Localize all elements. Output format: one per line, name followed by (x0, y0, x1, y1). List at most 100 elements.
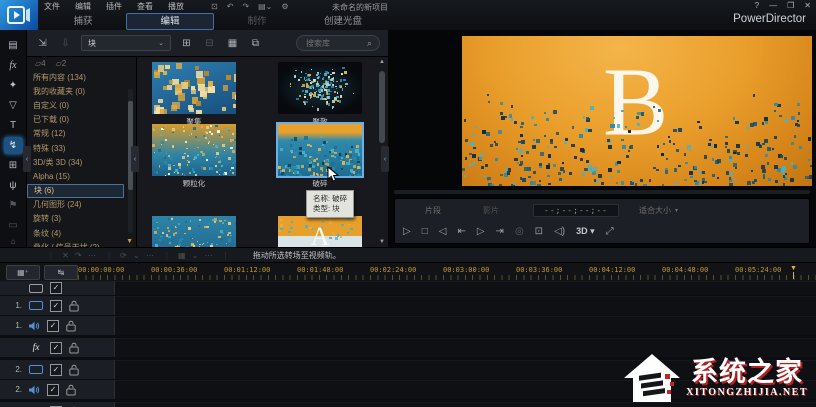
category-7[interactable]: Alpha (15) (27, 169, 124, 183)
transition-thumbnail-破碎[interactable]: 破碎 (278, 124, 362, 189)
category-10[interactable]: 旋转 (3) (27, 212, 124, 226)
restore-button[interactable]: ❐ (787, 1, 794, 10)
transition-tool-group-2[interactable]: ⟳ ⌄ ⋯ (120, 251, 156, 260)
menu-file[interactable]: 文件 (44, 1, 60, 12)
detach-panel-icon[interactable]: ⧉ (248, 38, 263, 49)
transition-tool-group-1[interactable]: ✕ ↷ ⋯ (62, 251, 98, 260)
track-enable-checkbox[interactable]: ✓ (50, 282, 62, 294)
track-header[interactable]: 2.✓ (0, 360, 115, 379)
transition-thumbnail-4[interactable] (152, 216, 236, 247)
menu-plugins[interactable]: 插件 (106, 1, 122, 12)
audio-mixing-room-icon[interactable]: ⊞ (4, 157, 23, 174)
mode-tab-0[interactable]: 捕获 (40, 14, 126, 29)
track-enable-checkbox[interactable]: ✓ (47, 384, 59, 396)
play-button[interactable]: ▷ (403, 226, 411, 237)
fast-forward-button[interactable]: ⇥ (496, 226, 504, 237)
capture-icon[interactable]: ⊡ (211, 2, 218, 11)
remove-folder-icon[interactable]: ⊟ (202, 38, 217, 49)
track-lock-icon[interactable] (69, 364, 79, 376)
download-icon[interactable]: ⇩ (58, 38, 73, 49)
transition-thumbnail-5[interactable]: A (278, 216, 362, 247)
title-room-icon[interactable]: T (4, 117, 23, 134)
pip-objects-room-icon[interactable]: ✦ (4, 77, 23, 94)
playhead-marker[interactable]: ▼ (790, 265, 797, 279)
close-button[interactable]: ✕ (804, 1, 811, 10)
transition-filter-icon-1[interactable]: ▱4 (35, 59, 46, 68)
search-box[interactable]: ⌕ (296, 35, 380, 51)
track-header[interactable]: 1.✓ (0, 296, 115, 315)
track-lane[interactable] (115, 296, 816, 315)
track-enable-checkbox[interactable]: ✓ (50, 300, 62, 312)
collapse-sidebar-handle[interactable]: ‹ (131, 146, 139, 172)
clip-mode-tab[interactable]: 片段 (425, 205, 441, 216)
category-4[interactable]: 常规 (12) (27, 127, 124, 141)
room-menu-icon[interactable]: ▤⌄ (258, 2, 272, 11)
track-lock-icon[interactable] (66, 384, 76, 396)
track-lock-icon[interactable] (69, 300, 79, 312)
transition-thumbnail-聚集[interactable]: 聚集 (152, 62, 236, 127)
menu-play[interactable]: 播放 (168, 1, 184, 12)
track-header[interactable]: 2.✓ (0, 380, 115, 399)
scroll-down-icon[interactable]: ▼ (379, 239, 385, 245)
category-8[interactable]: 块 (6) (27, 184, 124, 198)
transition-thumbnail-聚散[interactable]: 聚散 (278, 62, 362, 127)
redo-icon[interactable]: ↷ (242, 2, 249, 11)
track-header[interactable]: fx✓ (0, 338, 115, 357)
new-folder-icon[interactable]: ⊞ (179, 38, 194, 49)
track-manager-button[interactable]: ▦⁺ (6, 265, 40, 280)
particle-room-icon[interactable]: ▽ (4, 97, 23, 114)
stop-button[interactable]: □ (422, 226, 428, 237)
track-enable-checkbox[interactable]: ✓ (50, 364, 62, 376)
transition-room-icon[interactable]: ↯ (4, 137, 23, 154)
track-lane[interactable] (115, 281, 816, 295)
category-1[interactable]: 我的收藏夹 (0) (27, 84, 124, 98)
effect-room-icon[interactable]: fx (4, 57, 23, 74)
next-frame-button[interactable]: ▷ (477, 226, 485, 237)
track-header[interactable]: 1.✓ (0, 316, 115, 335)
menu-view[interactable]: 查看 (137, 1, 153, 12)
menu-edit[interactable]: 编辑 (75, 1, 91, 12)
fit-timeline-button[interactable]: ↹ (44, 265, 78, 280)
zoom-fit-dropdown[interactable]: 适合大小 ▾ (639, 205, 678, 216)
scroll-down-icon[interactable]: ▼ (126, 238, 133, 245)
grid-view-icon[interactable]: ▦ (225, 38, 240, 49)
fullscreen-button[interactable]: ⤢ (606, 226, 614, 237)
step-backward-button[interactable]: ⇤ (457, 226, 465, 237)
movie-mode-tab[interactable]: 影片 (483, 205, 499, 216)
transition-thumbnail-颗粒化[interactable]: 颗粒化 (152, 124, 236, 189)
chapter-room-icon[interactable]: ⚑ (4, 197, 23, 214)
category-11[interactable]: 条纹 (4) (27, 226, 124, 240)
transition-filter-icon-2[interactable]: ▱2 (56, 59, 67, 68)
panel-splitter-handle[interactable]: ‹ (381, 146, 389, 172)
timecode-display[interactable]: --;--;--;-- (533, 204, 619, 217)
track-lock-icon[interactable] (69, 342, 79, 354)
snapshot-button[interactable]: ◎ (515, 226, 524, 237)
category-0[interactable]: 所有内容 (134) (27, 70, 124, 84)
voiceover-room-icon[interactable]: ψ (4, 177, 23, 194)
category-3[interactable]: 已下载 (0) (27, 113, 124, 127)
search-input[interactable] (304, 38, 363, 49)
import-media-icon[interactable]: ⇲ (35, 38, 50, 49)
help-button[interactable]: ? (755, 1, 759, 10)
transition-category-dropdown[interactable]: 块 ⌄ (81, 35, 171, 51)
mode-tab-2[interactable]: 制作 (214, 14, 300, 29)
mode-tab-3[interactable]: 创建光盘 (300, 14, 386, 29)
track-lane[interactable] (115, 316, 816, 335)
track-enable-checkbox[interactable]: ✓ (47, 320, 59, 332)
previous-frame-button[interactable]: ◁ (439, 226, 447, 237)
category-5[interactable]: 特殊 (33) (27, 141, 124, 155)
media-room-icon[interactable]: ▤ (4, 37, 23, 54)
category-9[interactable]: 几何图形 (24) (27, 198, 124, 212)
undo-icon[interactable]: ↶ (227, 2, 234, 11)
track-header[interactable]: ✓ (0, 281, 115, 295)
category-2[interactable]: 自定义 (0) (27, 98, 124, 112)
3d-mode-button[interactable]: 3D ▾ (576, 226, 595, 237)
collapse-room-toolbar-handle[interactable]: ‹ (23, 146, 31, 172)
home-icon[interactable]: ⌂ (11, 237, 16, 246)
volume-button[interactable]: ◁) (554, 226, 565, 237)
track-header[interactable]: T✓ (0, 402, 115, 407)
mode-tab-1[interactable]: 编辑 (126, 13, 214, 30)
seek-bar[interactable] (394, 190, 810, 194)
track-lock-icon[interactable] (66, 320, 76, 332)
minimize-button[interactable]: — (769, 1, 777, 10)
